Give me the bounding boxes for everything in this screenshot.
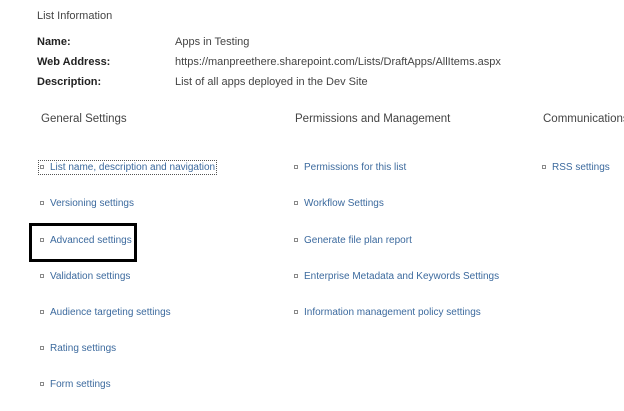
bullet-icon [40, 238, 44, 242]
bullet-icon [294, 201, 298, 205]
name-value: Apps in Testing [175, 36, 250, 48]
bullet-icon [294, 238, 298, 242]
validation-settings-link[interactable]: Validation settings [40, 271, 130, 282]
audience-targeting-settings-link[interactable]: Audience targeting settings [40, 307, 171, 318]
list-name-description-navigation-link[interactable]: List name, description and navigation [37, 160, 218, 175]
enterprise-metadata-keywords-settings-link[interactable]: Enterprise Metadata and Keywords Setting… [294, 271, 499, 282]
permissions-for-this-list-link[interactable]: Permissions for this list [294, 162, 406, 173]
web-address-label: Web Address: [37, 56, 111, 68]
bullet-icon [40, 382, 44, 386]
information-management-policy-settings-link[interactable]: Information management policy settings [294, 307, 481, 318]
permissions-management-heading: Permissions and Management [295, 113, 451, 125]
name-label: Name: [37, 36, 71, 48]
form-settings-link[interactable]: Form settings [40, 379, 111, 390]
rss-settings-link[interactable]: RSS settings [542, 162, 610, 173]
bullet-icon [40, 201, 44, 205]
communications-heading: Communications [543, 113, 624, 125]
general-settings-heading: General Settings [41, 113, 127, 125]
bullet-icon [40, 274, 44, 278]
generate-file-plan-report-link[interactable]: Generate file plan report [294, 235, 412, 246]
web-address-value: https://manpreethere.sharepoint.com/List… [175, 56, 501, 68]
bullet-icon [542, 165, 546, 169]
advanced-settings-link[interactable]: Advanced settings [40, 235, 132, 246]
bullet-icon [294, 310, 298, 314]
bullet-icon [40, 346, 44, 350]
description-value: List of all apps deployed in the Dev Sit… [175, 76, 368, 88]
list-information-title: List Information [37, 10, 113, 22]
bullet-icon [40, 165, 44, 169]
versioning-settings-link[interactable]: Versioning settings [40, 198, 134, 209]
bullet-icon [40, 310, 44, 314]
workflow-settings-link[interactable]: Workflow Settings [294, 198, 384, 209]
bullet-icon [294, 165, 298, 169]
bullet-icon [294, 274, 298, 278]
description-label: Description: [37, 76, 102, 88]
rating-settings-link[interactable]: Rating settings [40, 343, 116, 354]
